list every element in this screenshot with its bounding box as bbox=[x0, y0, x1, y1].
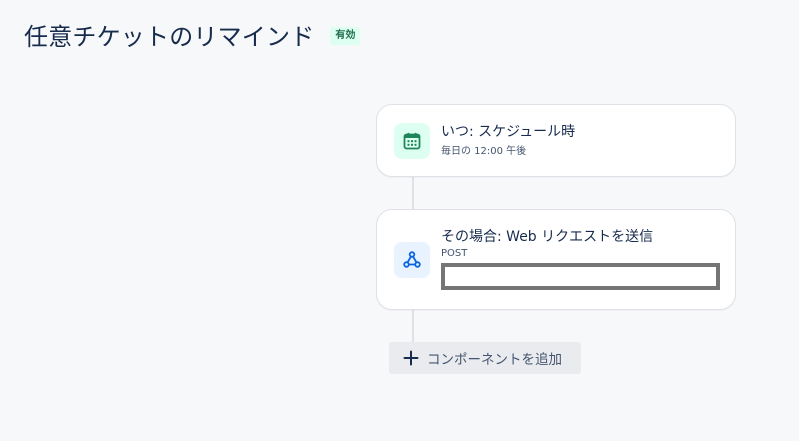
automation-rule-page: 任意チケットのリマインド 有効 いつ: スケジュール時 毎日の 12:00 午後 bbox=[0, 0, 799, 441]
rule-header: 任意チケットのリマインド 有効 bbox=[24, 17, 361, 52]
add-component-button[interactable]: コンポーネントを追加 bbox=[389, 342, 581, 374]
add-component-label: コンポーネントを追加 bbox=[427, 352, 562, 368]
status-badge: 有効 bbox=[330, 26, 361, 45]
trigger-card[interactable]: いつ: スケジュール時 毎日の 12:00 午後 bbox=[376, 104, 736, 177]
plus-icon bbox=[403, 350, 419, 366]
flow-connector bbox=[412, 309, 414, 342]
action-card[interactable]: その場合: Web リクエストを送信 POST bbox=[376, 209, 736, 310]
calendar-icon bbox=[394, 123, 430, 159]
action-card-body: その場合: Web リクエストを送信 POST bbox=[441, 227, 720, 290]
http-method: POST bbox=[441, 248, 468, 259]
webhook-icon bbox=[394, 242, 430, 278]
webhook-url-redacted bbox=[441, 263, 720, 290]
page-title: 任意チケットのリマインド bbox=[24, 23, 315, 51]
action-title: その場合: Web リクエストを送信 bbox=[441, 229, 654, 245]
trigger-card-body: いつ: スケジュール時 毎日の 12:00 午後 bbox=[441, 122, 717, 159]
flow-connector bbox=[412, 176, 414, 210]
trigger-title: いつ: スケジュール時 bbox=[441, 124, 576, 140]
trigger-schedule: 毎日の 12:00 午後 bbox=[441, 146, 527, 157]
